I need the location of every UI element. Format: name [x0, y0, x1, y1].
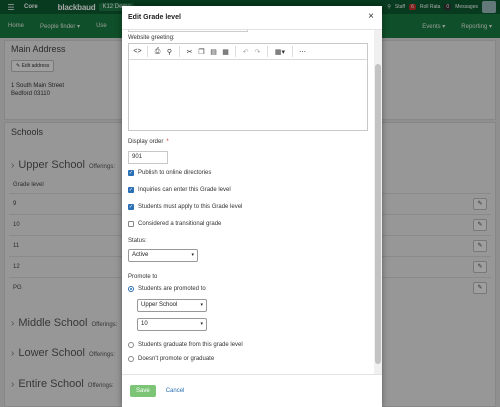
chevron-down-icon: ▾ — [191, 252, 194, 258]
website-greeting-editor[interactable]: <> ⎙ ⚲ ✂ ❐ ▤ ▦ ↶ ↷ ▦▾ ⋯ — [128, 43, 368, 131]
paste-text-icon[interactable]: ▦ — [220, 46, 231, 57]
required-mark: * — [166, 139, 169, 145]
toolbar-divider — [292, 46, 293, 57]
display-order-text: Display order — [128, 139, 164, 145]
save-button[interactable]: Save — [130, 385, 156, 397]
radio-label: Doesn't promote or graduate — [138, 356, 215, 362]
checkbox-label: Considered a transitional grade — [138, 221, 222, 227]
copy-icon[interactable]: ❐ — [196, 46, 207, 57]
must-apply-checkbox[interactable]: ✓ Students must apply to this Grade level — [128, 204, 242, 210]
modal-body: Website greeting: <> ⎙ ⚲ ✂ ❐ ▤ ▦ ↶ ↷ ▦▾ … — [122, 30, 374, 370]
checkbox-unchecked-icon — [128, 221, 134, 227]
status-select[interactable]: Active ▾ — [128, 249, 198, 262]
chevron-down-icon: ▾ — [200, 302, 203, 308]
website-greeting-label: Website greeting: — [128, 35, 175, 41]
checkbox-label: Students must apply to this Grade level — [138, 204, 243, 210]
cut-icon[interactable]: ✂ — [184, 46, 195, 57]
table-icon[interactable]: ▦▾ — [272, 46, 288, 57]
editor-toolbar: <> ⎙ ⚲ ✂ ❐ ▤ ▦ ↶ ↷ ▦▾ ⋯ — [129, 44, 367, 60]
cancel-button[interactable]: Cancel — [166, 388, 185, 394]
promote-to-label: Promote to — [128, 274, 158, 280]
modal-scrollbar[interactable] — [374, 30, 382, 374]
promote-grade-value: 10 — [141, 321, 148, 327]
publish-directories-checkbox[interactable]: ✓ Publish to online directories — [128, 170, 211, 176]
radio-unselected-icon — [128, 342, 134, 348]
print-icon[interactable]: ⎙ — [152, 46, 163, 57]
checkbox-checked-icon: ✓ — [128, 187, 134, 193]
display-order-input[interactable]: 901 — [128, 151, 168, 164]
undo-icon[interactable]: ↶ — [240, 46, 251, 57]
toolbar-divider — [179, 46, 180, 57]
modal-footer: Save Cancel — [122, 374, 382, 407]
checkbox-checked-icon: ✓ — [128, 204, 134, 210]
promoted-radio[interactable]: Students are promoted to — [128, 286, 206, 292]
inquiries-checkbox[interactable]: ✓ Inquiries can enter this Grade level — [128, 187, 231, 193]
checkbox-checked-icon: ✓ — [128, 170, 134, 176]
toolbar-divider — [267, 46, 268, 57]
paste-icon[interactable]: ▤ — [208, 46, 219, 57]
no-promote-radio[interactable]: Doesn't promote or graduate — [128, 356, 214, 362]
truncated-field[interactable] — [128, 30, 248, 32]
close-icon[interactable]: × — [368, 11, 374, 23]
redo-icon[interactable]: ↷ — [252, 46, 263, 57]
promote-school-select[interactable]: Upper School ▾ — [137, 299, 207, 312]
checkbox-label: Inquiries can enter this Grade level — [138, 187, 231, 193]
more-icon[interactable]: ⋯ — [297, 46, 308, 57]
scrollbar-thumb[interactable] — [375, 64, 381, 364]
display-order-label: Display order * — [128, 139, 169, 145]
status-value: Active — [132, 252, 149, 258]
search-icon[interactable]: ⚲ — [164, 46, 175, 57]
promote-school-value: Upper School — [141, 302, 178, 308]
edit-grade-level-dialog: Edit Grade level × Website greeting: <> … — [122, 6, 382, 407]
chevron-down-icon: ▾ — [200, 321, 203, 327]
status-label: Status: — [128, 238, 147, 244]
modal-header: Edit Grade level × — [122, 6, 382, 30]
checkbox-label: Publish to online directories — [138, 170, 212, 176]
promote-grade-select[interactable]: 10 ▾ — [137, 318, 207, 331]
toolbar-divider — [235, 46, 236, 57]
graduate-radio[interactable]: Students graduate from this grade level — [128, 342, 243, 348]
radio-label: Students graduate from this grade level — [138, 342, 243, 348]
radio-selected-icon — [128, 286, 134, 292]
modal-title: Edit Grade level — [128, 14, 181, 21]
toolbar-divider — [147, 46, 148, 57]
radio-label: Students are promoted to — [138, 286, 206, 292]
radio-unselected-icon — [128, 356, 134, 362]
code-icon[interactable]: <> — [132, 46, 143, 57]
transitional-grade-checkbox[interactable]: Considered a transitional grade — [128, 221, 221, 227]
